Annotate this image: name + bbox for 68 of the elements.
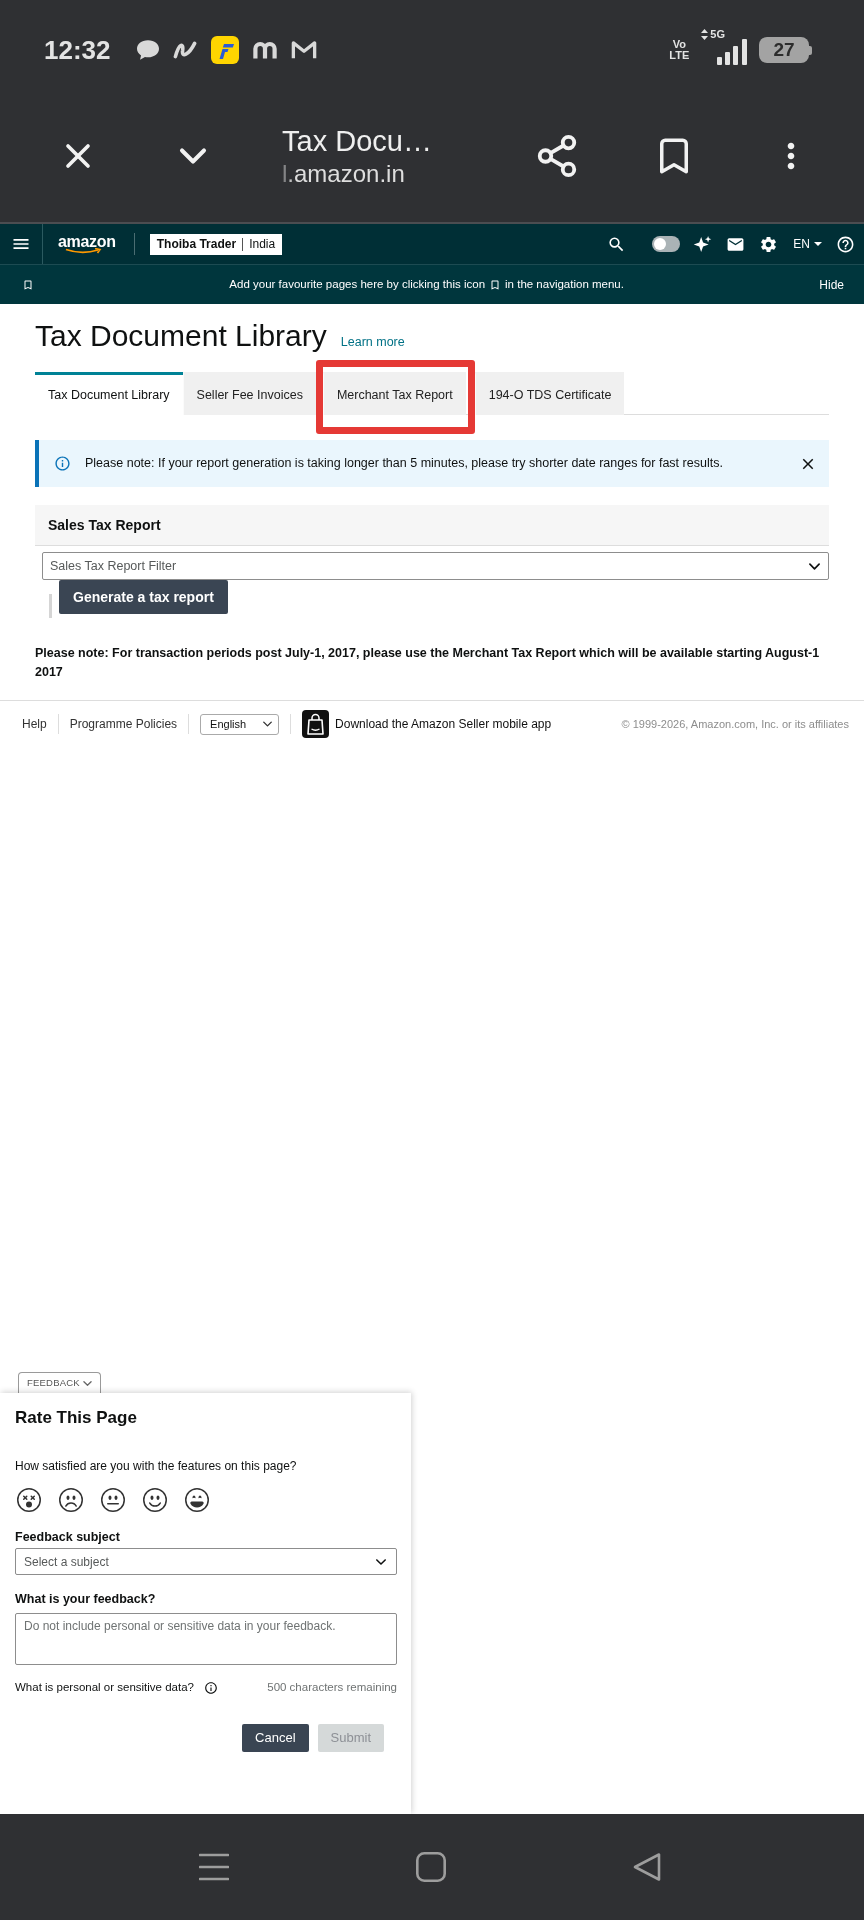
network-label: Vo LTE (669, 39, 690, 61)
bookmark-icon (22, 278, 34, 291)
favourites-hint: in the navigation menu. (505, 276, 624, 292)
laughing-face-icon[interactable] (185, 1488, 209, 1512)
page-heading: Tax Document Library (35, 318, 327, 354)
notice-text: Please note: If your report generation is taking longer than 5 minutes, please try shorter date ranges for fast results. (85, 455, 723, 473)
feedback-textarea[interactable]: Do not include personal or sensitive data in your feedback. (15, 1613, 397, 1665)
network-type: 5G (710, 29, 725, 40)
home-icon[interactable] (416, 1852, 446, 1882)
language-menu[interactable]: EN (793, 235, 822, 253)
footer-link[interactable]: Programme Policies (69, 715, 178, 733)
footer-link[interactable]: Help (22, 715, 47, 733)
page-url: l.amazon.in (282, 159, 406, 189)
tab[interactable]: Tax Document Library (35, 372, 183, 415)
feedback-toggle[interactable]: FEEDBACK (18, 1372, 101, 1393)
battery-indicator: 27 (759, 37, 812, 63)
copyright-text: © 1999-2026, Amazon.com, Inc. or its affiliates (621, 716, 849, 732)
bookmark-icon (489, 278, 502, 291)
info-icon (54, 455, 71, 472)
tile-logo-icon (210, 36, 239, 64)
neutral-face-icon[interactable] (101, 1488, 125, 1512)
chat-bubble-icon (136, 40, 159, 60)
favourites-hint: Add your favourite pages here by clicking this icon (229, 276, 486, 292)
smiling-face-icon[interactable] (143, 1488, 167, 1512)
chevron-down-icon (376, 1558, 386, 1565)
chevron-down-icon (82, 1380, 92, 1386)
page-title: Tax Docu… (282, 124, 432, 159)
chevron-down-icon (263, 721, 273, 727)
report-panel-title: Sales Tax Report (48, 515, 161, 535)
feedback-title: Rate This Page (15, 1407, 138, 1429)
back-icon[interactable] (633, 1852, 661, 1882)
report-filter-select[interactable]: Sales Tax Report Filter (42, 552, 829, 580)
language-select[interactable]: English (200, 713, 280, 735)
marketplace-name: India (249, 236, 276, 253)
envelope-logo-icon (290, 40, 317, 60)
tab[interactable]: Merchant Tax Report (322, 372, 466, 415)
transaction-period-note: Please note: For transaction periods post July-1, 2017, please use the Merchant Tax Report which will be available starting August-1 2017 (35, 645, 821, 681)
subject-select[interactable]: Select a subject (15, 1548, 397, 1575)
swirl-logo-icon (172, 40, 197, 60)
clock-time: 12:32 (44, 37, 111, 63)
comment-label: What is your feedback? (15, 1591, 157, 1607)
amazon-logo[interactable]: amazon (58, 233, 116, 255)
caret-icon (814, 242, 822, 246)
info-icon[interactable] (204, 1681, 218, 1695)
satisfaction-question: How satisfied are you with the features on this page? (15, 1458, 298, 1474)
feedback-button[interactable]: Cancel (242, 1724, 309, 1752)
chevron-down-icon (809, 562, 820, 570)
arches-logo-icon (252, 40, 277, 60)
hide-button[interactable]: Hide (819, 275, 844, 294)
generate-report-button[interactable]: Generate a tax report (59, 580, 228, 614)
frowning-face-icon[interactable] (59, 1488, 83, 1512)
store-name: Thoiba Trader (156, 236, 237, 253)
data-arrows-icon (701, 29, 709, 40)
subject-label: Feedback subject (15, 1529, 121, 1545)
characters-remaining: 500 characters remaining (267, 1680, 397, 1696)
settings-icon[interactable] (759, 234, 779, 254)
dizzy-face-icon[interactable] (17, 1488, 41, 1512)
app-download-link[interactable]: Download the Amazon Seller mobile app (335, 715, 552, 733)
account-switcher[interactable]: Thoiba Trader India (149, 233, 283, 255)
sensitive-data-link[interactable]: What is personal or sensitive data? (15, 1679, 194, 1697)
learn-more-link[interactable]: Learn more (340, 333, 405, 352)
tab[interactable]: 194-O TDS Certificate (474, 372, 625, 415)
help-icon[interactable] (836, 234, 855, 254)
tab[interactable]: Seller Fee Invoices (182, 372, 316, 415)
theme-toggle[interactable] (652, 236, 681, 252)
shopping-bag-icon[interactable] (302, 710, 330, 738)
signal-icon (717, 39, 747, 65)
sparkle-icon[interactable] (693, 235, 713, 253)
